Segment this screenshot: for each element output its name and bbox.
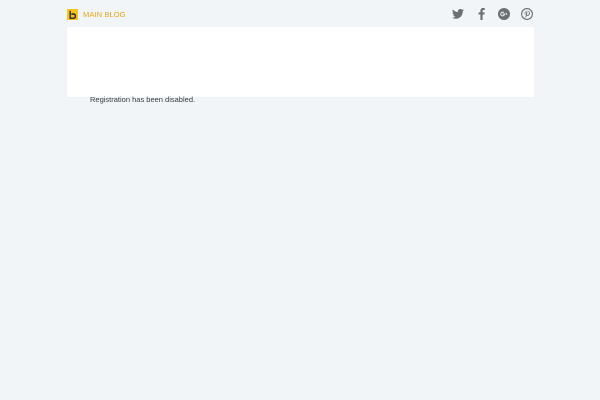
main-blog-link[interactable]: MAIN BLOG (67, 8, 126, 20)
social-links (442, 7, 534, 21)
facebook-icon (478, 8, 485, 20)
google-plus-link[interactable] (497, 7, 511, 21)
google-plus-icon (498, 8, 510, 20)
twitter-link[interactable] (451, 7, 465, 21)
top-bar: MAIN BLOG (67, 7, 534, 21)
main-blog-label: MAIN BLOG (83, 9, 126, 19)
b-logo-icon (67, 8, 78, 20)
registration-disabled-message: Registration has been disabled. (90, 95, 196, 104)
pinterest-icon (521, 8, 533, 20)
content-card (67, 27, 534, 97)
pinterest-link[interactable] (520, 7, 534, 21)
facebook-link[interactable] (474, 7, 488, 21)
page: MAIN BLOG Registration has been disabled… (0, 0, 600, 400)
twitter-icon (452, 9, 464, 19)
